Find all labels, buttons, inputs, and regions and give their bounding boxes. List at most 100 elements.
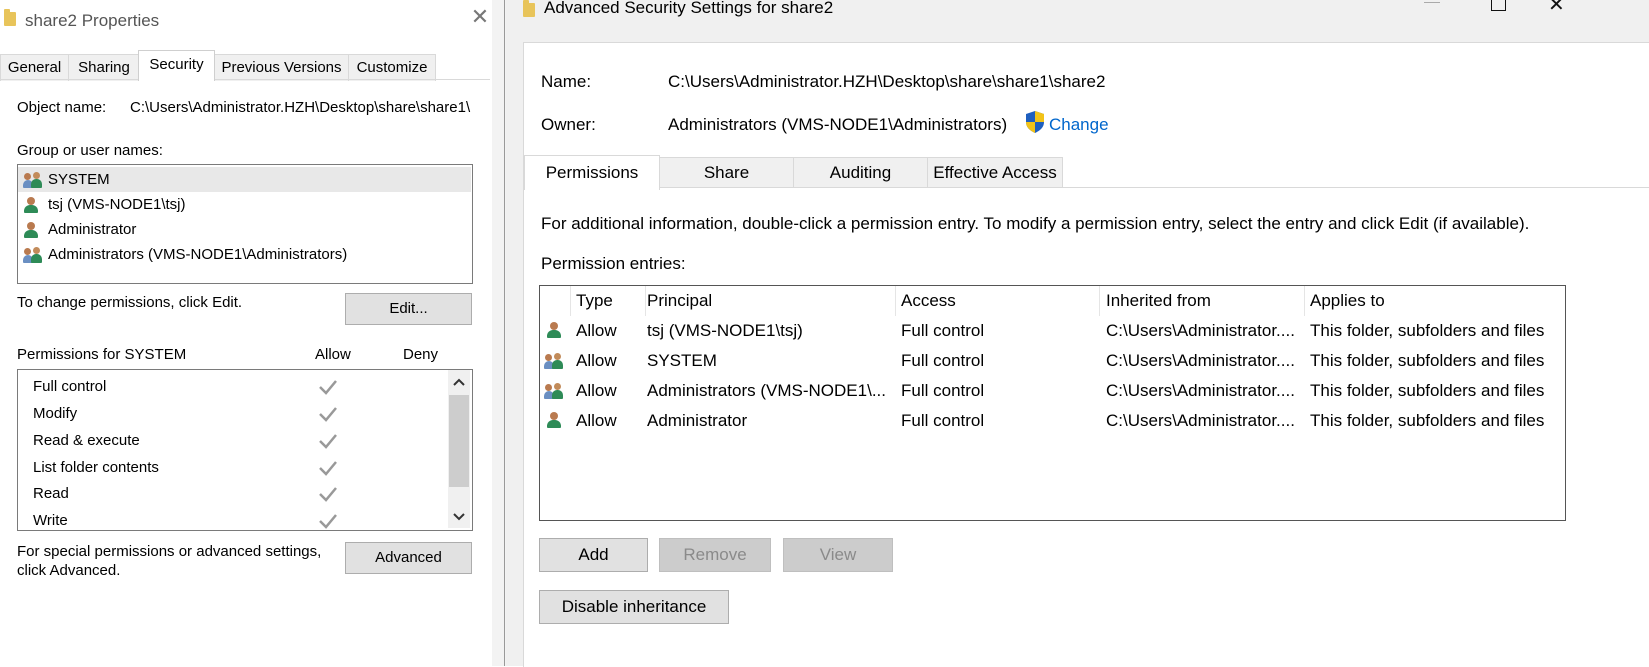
view-button[interactable]: View <box>783 538 893 572</box>
cell-inherited: C:\Users\Administrator.... <box>1106 321 1295 340</box>
scrollbar-thumb[interactable] <box>449 395 469 487</box>
main-panel: Name: C:\Users\Administrator.HZH\Desktop… <box>523 42 1649 667</box>
object-name-value: C:\Users\Administrator.HZH\Desktop\share… <box>130 99 471 116</box>
user-row-system[interactable]: SYSTEM <box>18 167 471 192</box>
owner-value: Administrators (VMS-NODE1\Administrators… <box>668 115 1008 134</box>
table-row[interactable]: Allow Administrators (VMS-NODE1\... Full… <box>540 376 1565 406</box>
close-icon[interactable]: ✕ <box>469 6 491 28</box>
tab-auditing[interactable]: Auditing <box>793 157 928 188</box>
owner-label: Owner: <box>541 115 596 134</box>
cell-inherited: C:\Users\Administrator.... <box>1106 411 1295 430</box>
tab-effective-access[interactable]: Effective Access <box>927 157 1063 188</box>
cell-applies: This folder, subfolders and files <box>1310 411 1545 430</box>
cell-applies: This folder, subfolders and files <box>1310 381 1545 400</box>
column-header-inherited-from[interactable]: Inherited from <box>1101 286 1305 316</box>
window-divider <box>492 0 506 666</box>
maximize-icon[interactable] <box>1491 0 1506 11</box>
info-text: For additional information, double-click… <box>541 214 1530 233</box>
cell-access: Full control <box>901 411 985 430</box>
cell-applies: This folder, subfolders and files <box>1310 321 1545 340</box>
deny-header: Deny <box>403 346 439 363</box>
cell-access: Full control <box>901 381 985 400</box>
permission-row: Write <box>18 507 448 530</box>
disable-inheritance-button[interactable]: Disable inheritance <box>539 590 729 624</box>
checkmark-icon <box>319 487 337 502</box>
table-row[interactable]: Allow Administrator Full control C:\User… <box>540 406 1565 436</box>
folder-icon <box>4 9 16 26</box>
cell-principal: Administrators (VMS-NODE1\... <box>647 381 886 400</box>
permission-row: Modify <box>18 400 448 427</box>
cell-type: Allow <box>576 321 617 340</box>
entries-label: Permission entries: <box>541 254 686 273</box>
group-names-label: Group or user names: <box>17 142 163 159</box>
cell-inherited: C:\Users\Administrator.... <box>1106 351 1295 370</box>
table-row[interactable]: Allow tsj (VMS-NODE1\tsj) Full control C… <box>540 316 1565 346</box>
uac-shield-icon <box>1026 111 1044 133</box>
user-icon <box>546 322 562 338</box>
remove-button[interactable]: Remove <box>659 538 771 572</box>
special-permissions-hint-2: click Advanced. <box>17 562 121 579</box>
user-row-administrator[interactable]: Administrator <box>18 217 471 242</box>
cell-inherited: C:\Users\Administrator.... <box>1106 381 1295 400</box>
checkmark-icon <box>319 461 337 476</box>
window-title: Advanced Security Settings for share2 <box>544 0 834 17</box>
cell-access: Full control <box>901 321 985 340</box>
cell-principal: SYSTEM <box>647 351 717 370</box>
permission-name: Modify <box>33 405 78 422</box>
user-row-administrators[interactable]: Administrators (VMS-NODE1\Administrators… <box>18 242 471 267</box>
tab-customize[interactable]: Customize <box>348 54 436 81</box>
close-icon[interactable]: ✕ <box>1548 0 1565 17</box>
cell-type: Allow <box>576 351 617 370</box>
column-header-applies-to[interactable]: Applies to <box>1305 286 1565 316</box>
special-permissions-hint: For special permissions or advanced sett… <box>17 543 322 560</box>
permissions-list: Full control Modify Read & execute List … <box>17 369 473 531</box>
permission-name: Read & execute <box>33 432 140 449</box>
chevron-down-icon[interactable] <box>452 512 466 522</box>
permission-name: Full control <box>33 378 107 395</box>
permission-name: Read <box>33 485 69 502</box>
checkmark-icon <box>319 514 337 529</box>
permission-name: Write <box>33 512 68 529</box>
object-name-label: Object name: <box>17 99 107 116</box>
name-value: C:\Users\Administrator.HZH\Desktop\share… <box>668 72 1106 91</box>
advanced-button[interactable]: Advanced <box>345 542 472 574</box>
change-permissions-hint: To change permissions, click Edit. <box>17 294 243 311</box>
tab-previous-versions[interactable]: Previous Versions <box>214 54 349 81</box>
cell-access: Full control <box>901 351 985 370</box>
column-header-type[interactable]: Type <box>571 286 646 316</box>
tab-permissions[interactable]: Permissions <box>524 155 660 190</box>
window-title: share2 Properties <box>25 11 160 30</box>
chevron-up-icon[interactable] <box>452 377 466 387</box>
cell-type: Allow <box>576 411 617 430</box>
checkmark-icon <box>319 380 337 395</box>
group-icon <box>544 353 564 369</box>
user-row-tsj[interactable]: tsj (VMS-NODE1\tsj) <box>18 192 471 217</box>
checkmark-icon <box>319 407 337 422</box>
table-row[interactable]: Allow SYSTEM Full control C:\Users\Admin… <box>540 346 1565 376</box>
change-owner-link[interactable]: Change <box>1049 115 1109 135</box>
permission-entries-grid[interactable]: Type Principal Access Inherited from App… <box>539 285 1566 521</box>
user-name: Administrator <box>48 221 137 238</box>
tab-share[interactable]: Share <box>659 157 794 188</box>
add-button[interactable]: Add <box>539 538 648 572</box>
column-header-access[interactable]: Access <box>896 286 1100 316</box>
edit-button[interactable]: Edit... <box>345 293 472 325</box>
minimize-icon[interactable] <box>1424 2 1440 3</box>
cell-principal: tsj (VMS-NODE1\tsj) <box>647 321 803 340</box>
allow-header: Allow <box>315 346 351 363</box>
tab-divider <box>0 79 490 80</box>
properties-window: share2 Properties ✕ General Sharing Secu… <box>0 0 492 666</box>
tab-strip: General Sharing Security Previous Versio… <box>0 50 492 81</box>
permission-row: Read <box>18 480 448 507</box>
name-label: Name: <box>541 72 592 91</box>
tab-general[interactable]: General <box>0 54 69 81</box>
cell-principal: Administrator <box>647 411 748 430</box>
tab-security[interactable]: Security <box>138 50 215 81</box>
checkmark-icon <box>319 434 337 449</box>
permission-name: List folder contents <box>33 459 159 476</box>
permission-row: Read & execute <box>18 427 448 454</box>
column-header-principal[interactable]: Principal <box>642 286 896 316</box>
permissions-for-label: Permissions for SYSTEM <box>17 346 187 363</box>
user-list[interactable]: SYSTEM tsj (VMS-NODE1\tsj) Administrator… <box>17 164 473 284</box>
tab-sharing[interactable]: Sharing <box>68 54 140 81</box>
